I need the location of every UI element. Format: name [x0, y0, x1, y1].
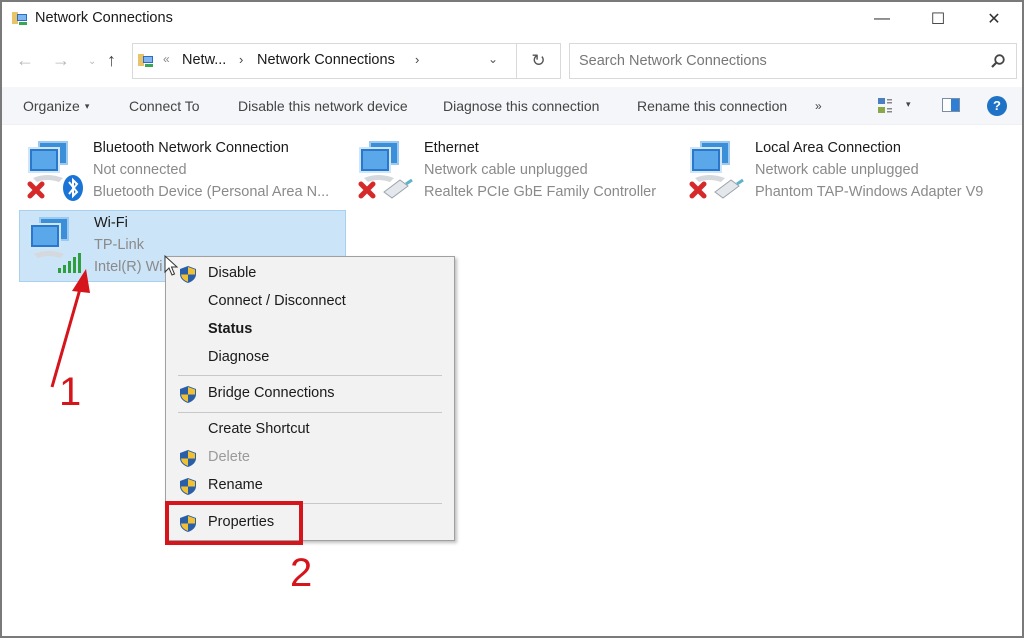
organize-label: Organize [23, 98, 80, 114]
connection-name: Ethernet [424, 140, 479, 156]
close-button[interactable]: ✕ [966, 2, 1022, 36]
up-button[interactable]: ↑ [107, 50, 116, 71]
connection-name: Wi-Fi [94, 215, 128, 231]
connection-device: Phantom TAP-Windows Adapter V9 [755, 184, 984, 200]
rename-connection-button[interactable]: Rename this connection [637, 98, 787, 114]
connection-name: Local Area Connection [755, 140, 901, 156]
ethernet-network-icon [358, 141, 413, 199]
command-bar: Organize ▾ Connect To Disable this networ… [2, 87, 1022, 125]
uac-shield-icon [180, 266, 196, 283]
close-icon: ✕ [987, 11, 1001, 28]
change-view-icon[interactable] [877, 97, 893, 115]
window-title: Network Connections [35, 10, 173, 26]
menu-item-status[interactable]: Status [166, 317, 454, 343]
menu-item-delete: Delete [166, 445, 454, 471]
menu-item-disable[interactable]: Disable [166, 261, 454, 287]
preview-pane-icon[interactable] [942, 98, 960, 112]
title-bar: Network Connections — ☐ ✕ [2, 2, 1022, 36]
menu-separator [178, 375, 442, 376]
connection-item-bluetooth[interactable]: Bluetooth Network Connection Not connect… [19, 136, 349, 204]
navigation-bar: ← → ⌄ ↑ « Netw... › Network Connections … [2, 40, 1022, 84]
minimize-button[interactable]: — [854, 2, 910, 36]
diagnose-connection-button[interactable]: Diagnose this connection [443, 98, 599, 114]
menu-item-rename[interactable]: Rename [166, 473, 454, 499]
menu-item-label: Connect / Disconnect [208, 293, 346, 309]
uac-shield-icon [180, 450, 196, 467]
more-commands-button[interactable]: » [815, 99, 822, 113]
breadcrumb-network-connections[interactable]: Network Connections [257, 52, 395, 68]
organize-menu[interactable]: Organize ▾ [23, 98, 89, 114]
network-connections-window: Network Connections — ☐ ✕ ← → ⌄ ↑ « Netw… [0, 0, 1024, 638]
annotation-step-1: 1 [59, 370, 82, 414]
connection-item-local-area[interactable]: Local Area Connection Network cable unpl… [681, 136, 1021, 204]
search-input[interactable]: Search Network Connections [569, 43, 1017, 79]
forward-button[interactable]: → [52, 50, 70, 71]
address-overflow-chevron[interactable]: « [163, 52, 170, 66]
network-connections-icon [12, 12, 27, 25]
network-folder-icon [138, 54, 153, 67]
menu-item-label: Bridge Connections [208, 385, 335, 401]
connection-device: Bluetooth Device (Personal Area N... [93, 184, 330, 200]
mouse-cursor-icon [164, 255, 179, 276]
menu-item-create-shortcut[interactable]: Create Shortcut [166, 417, 454, 443]
refresh-button[interactable]: ↻ [517, 43, 561, 79]
connection-device: Realtek PCIe GbE Family Controller [424, 184, 657, 200]
menu-item-bridge-connections[interactable]: Bridge Connections [166, 381, 454, 407]
breadcrumb-separator-icon[interactable]: › [415, 52, 419, 67]
annotation-highlight-box [165, 501, 303, 545]
breadcrumb-separator-icon[interactable]: › [239, 52, 243, 67]
search-icon[interactable] [990, 53, 1006, 69]
bluetooth-network-icon [27, 141, 83, 201]
connection-status: Network cable unplugged [424, 162, 588, 178]
menu-item-diagnose[interactable]: Diagnose [166, 345, 454, 371]
uac-shield-icon [180, 386, 196, 403]
disable-device-button[interactable]: Disable this network device [238, 98, 408, 114]
ethernet-network-icon [689, 141, 744, 199]
search-placeholder: Search Network Connections [579, 53, 767, 69]
address-dropdown-icon[interactable]: ⌄ [488, 52, 498, 66]
annotation-step-2: 2 [290, 551, 313, 595]
menu-item-label: Create Shortcut [208, 421, 310, 437]
maximize-button[interactable]: ☐ [910, 2, 966, 36]
maximize-icon: ☐ [930, 11, 946, 28]
connection-name: Bluetooth Network Connection [93, 140, 289, 156]
breadcrumb-network[interactable]: Netw... [182, 52, 226, 68]
menu-separator [178, 412, 442, 413]
menu-item-label: Rename [208, 477, 263, 493]
back-button[interactable]: ← [16, 50, 34, 71]
view-options-chevron-icon[interactable]: ▾ [906, 99, 911, 110]
minimize-icon: — [874, 10, 890, 27]
uac-shield-icon [180, 478, 196, 495]
connection-item-ethernet[interactable]: Ethernet Network cable unplugged Realtek… [350, 136, 680, 204]
menu-item-label: Delete [208, 449, 250, 465]
connect-to-button[interactable]: Connect To [129, 98, 200, 114]
menu-item-label: Diagnose [208, 349, 270, 365]
recent-locations-button[interactable]: ⌄ [88, 56, 96, 67]
context-menu: Disable Connect / Disconnect Status Diag… [165, 256, 455, 541]
menu-item-label: Disable [208, 265, 257, 281]
refresh-icon: ↻ [531, 51, 546, 70]
address-bar[interactable]: « Netw... › Network Connections › ⌄ [132, 43, 517, 79]
connection-status: TP-Link [94, 237, 144, 253]
chevron-down-icon: ▾ [84, 101, 90, 111]
menu-item-connect-disconnect[interactable]: Connect / Disconnect [166, 289, 454, 315]
connection-status: Network cable unplugged [755, 162, 919, 178]
connection-status: Not connected [93, 162, 187, 178]
help-icon[interactable]: ? [987, 96, 1007, 116]
menu-item-label: Status [208, 321, 253, 337]
